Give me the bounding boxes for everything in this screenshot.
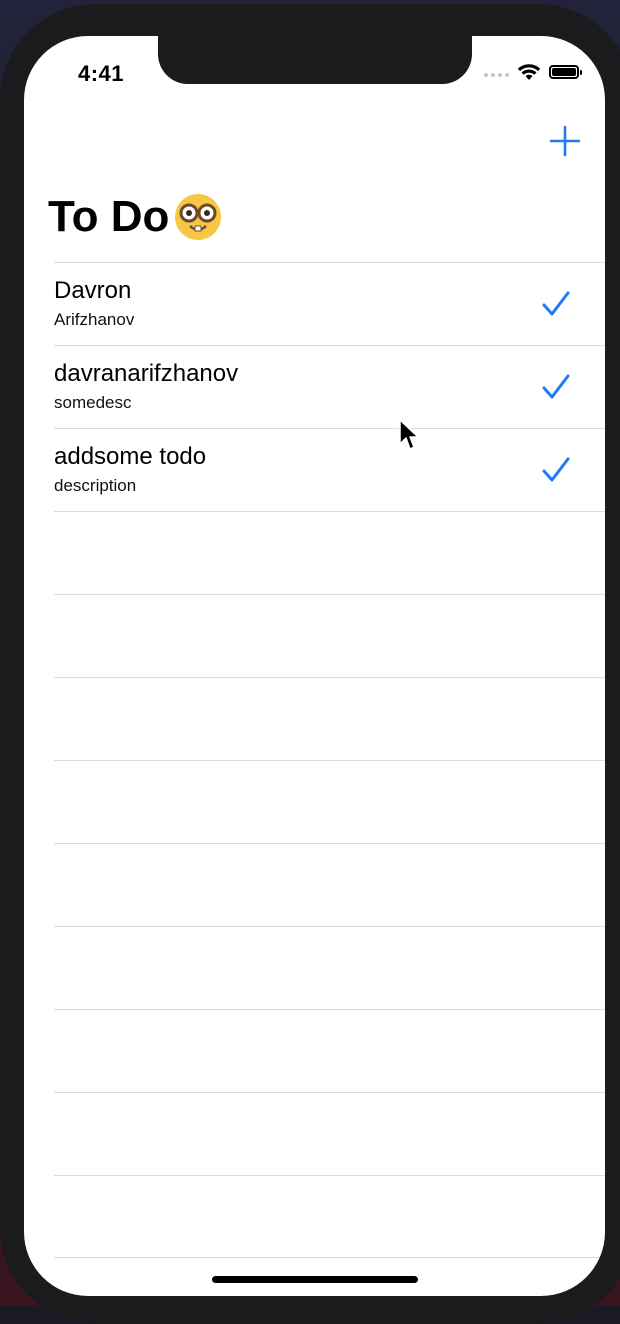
checkmark-icon[interactable]: [542, 291, 570, 317]
todo-subtitle: Arifzhanov: [54, 310, 135, 329]
todo-list: Davron Arifzhanov davranarifzhanov somed…: [54, 262, 605, 1258]
camera-notch: [158, 36, 472, 84]
mouse-pointer-icon: [399, 419, 419, 450]
todo-row[interactable]: Davron Arifzhanov: [54, 262, 605, 345]
empty-row: [54, 1175, 605, 1258]
home-indicator[interactable]: [212, 1276, 418, 1283]
todo-title: Davron: [54, 277, 132, 304]
phone-screen: 4:41 To Do Davron Arifzhanov davranarifz…: [24, 36, 605, 1296]
empty-row: [54, 760, 605, 843]
todo-row[interactable]: addsome todo description: [54, 428, 605, 511]
signal-dots-icon: [484, 67, 509, 77]
battery-icon: [549, 65, 582, 79]
status-time: 4:41: [78, 61, 125, 86]
page-title: To Do: [48, 192, 223, 242]
wifi-icon: [517, 64, 541, 80]
empty-row: [54, 594, 605, 677]
phone-frame: 4:41 To Do Davron Arifzhanov davranarifz…: [0, 4, 620, 1324]
nerd-face-icon: [175, 194, 222, 240]
todo-title: davranarifzhanov: [54, 360, 239, 387]
todo-subtitle: description: [54, 476, 137, 495]
todo-subtitle: somedesc: [54, 393, 132, 412]
empty-row: [54, 926, 605, 1009]
checkmark-icon[interactable]: [542, 374, 570, 400]
add-todo-button[interactable]: [548, 124, 582, 158]
empty-row: [54, 1092, 605, 1175]
empty-row: [54, 677, 605, 760]
empty-row: [54, 511, 605, 594]
empty-row: [54, 1009, 605, 1092]
checkmark-icon[interactable]: [542, 457, 570, 483]
page-title-text: To Do: [48, 192, 170, 241]
status-icons: [484, 63, 582, 81]
todo-title: addsome todo: [54, 443, 207, 470]
todo-row[interactable]: davranarifzhanov somedesc: [54, 345, 605, 428]
empty-row: [54, 843, 605, 926]
